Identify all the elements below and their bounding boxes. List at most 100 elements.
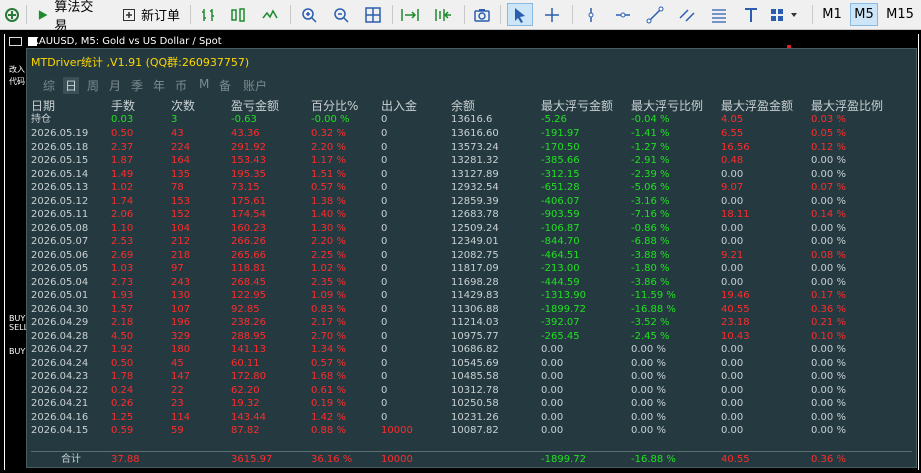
timeframe-m15[interactable]: M15 <box>882 3 918 26</box>
tab-note[interactable]: 备 <box>219 77 231 94</box>
trendline-icon[interactable] <box>643 3 667 26</box>
table-row-col-max-float-profit-pct: 0.08 % <box>811 249 846 261</box>
table-row-col-pct: 1.17 % <box>311 155 346 166</box>
table-row-col-pct: 1.42 % <box>311 411 346 423</box>
cursor-icon[interactable] <box>507 3 533 26</box>
table-row-col-max-float-profit: 0.00 <box>721 425 744 436</box>
main-toolbar: 算法交易 新订单 M1 M5 M15 <box>0 0 921 34</box>
total-col-lots: 37.88 <box>111 454 140 465</box>
table-row-col-date: 2026.05.14 <box>31 168 89 180</box>
column-header[interactable]: 最大浮盈金额 <box>721 97 793 114</box>
table-row-col-pnl: 43.36 <box>231 128 260 139</box>
tab-day[interactable]: 日 <box>63 77 80 94</box>
shapes-dropdown-icon[interactable] <box>766 3 804 26</box>
table-row-col-date: 2026.04.29 <box>31 317 89 328</box>
table-row-col-inout: 0 <box>381 236 388 247</box>
table-row-col-max-float-loss-pct: -0.86 % <box>631 222 670 234</box>
table-row-col-inout: 0 <box>381 411 388 423</box>
candlestick-icon[interactable] <box>226 3 250 26</box>
new-order-button[interactable]: 新订单 <box>116 3 186 26</box>
line-chart-icon[interactable] <box>258 3 282 26</box>
table-row-col-balance: 11817.09 <box>451 263 499 274</box>
table-row-col-max-float-profit: 0.00 <box>721 276 744 288</box>
table-row-col-inout: 0 <box>381 371 388 382</box>
table-row-col-max-float-loss-pct: -3.52 % <box>631 317 670 328</box>
table-row-col-max-float-loss: -1899.72 <box>541 303 586 315</box>
algo-trading-button[interactable]: 算法交易 <box>30 0 110 34</box>
table-row-col-max-float-profit: 0.00 <box>721 236 744 247</box>
table-row-col-date: 2026.04.15 <box>31 425 89 436</box>
table-row-col-inout: 0 <box>381 276 388 288</box>
table-row-col-pnl: 143.44 <box>231 411 266 423</box>
column-header[interactable]: 出入金 <box>381 97 417 114</box>
table-row-col-date: 2026.05.13 <box>31 182 89 193</box>
column-header[interactable]: 手数 <box>111 97 135 114</box>
table-row-col-max-float-loss: 0.00 <box>541 411 564 423</box>
tile-windows-icon[interactable] <box>362 3 384 26</box>
screenshot-icon[interactable] <box>470 3 494 26</box>
tab-quarter[interactable]: 季 <box>131 77 143 94</box>
tab-summary[interactable]: 综 <box>43 77 55 94</box>
add-chart-icon[interactable] <box>2 3 22 26</box>
tab-year[interactable]: 年 <box>153 77 165 94</box>
table-row-col-max-float-loss: 0.00 <box>541 398 564 409</box>
table-row-col-pnl: 122.95 <box>231 290 266 301</box>
column-header[interactable]: 百分比% <box>311 97 358 114</box>
table-row-col-max-float-profit-pct: 0.00 % <box>811 398 846 409</box>
fibonacci-icon[interactable] <box>707 3 731 26</box>
tab-currency[interactable]: 币 <box>175 77 187 94</box>
text-tool-icon[interactable] <box>740 3 762 26</box>
table-row-col-max-float-loss-pct: -2.39 % <box>631 168 670 180</box>
table-row-col-max-float-profit: 0.48 <box>721 155 744 166</box>
holding-col-inout: 0 <box>381 114 388 125</box>
table-row-col-pnl: 87.82 <box>231 425 260 436</box>
column-header[interactable]: 最大浮盈比例 <box>811 97 883 114</box>
timeframe-m1[interactable]: M1 <box>818 3 846 26</box>
table-row-col-max-float-profit: 0.00 <box>721 195 744 207</box>
table-row-col-date: 2026.05.01 <box>31 290 89 301</box>
table-row-col-balance: 10312.78 <box>451 384 499 396</box>
table-row-col-pct: 2.25 % <box>311 249 346 261</box>
timeframe-m5[interactable]: M5 <box>850 3 878 26</box>
channel-icon[interactable] <box>675 3 699 26</box>
tab-week[interactable]: 周 <box>87 77 99 94</box>
horizontal-line-icon[interactable] <box>611 3 635 26</box>
table-row-col-inout: 0 <box>381 222 388 234</box>
column-header[interactable]: 最大浮亏比例 <box>631 97 703 114</box>
column-header[interactable]: 最大浮亏金额 <box>541 97 613 114</box>
auto-scroll-icon[interactable] <box>398 3 422 26</box>
column-header[interactable]: 次数 <box>171 97 195 114</box>
bar-chart-icon[interactable] <box>197 3 219 26</box>
tab-month[interactable]: 月 <box>109 77 121 94</box>
table-row-col-max-float-loss-pct: -3.86 % <box>631 276 670 288</box>
table-row-col-max-float-profit-pct: 0.17 % <box>811 290 846 301</box>
total-col-pnl: 3615.97 <box>231 454 273 465</box>
table-row-col-count: 78 <box>171 182 184 193</box>
table-row-col-count: 114 <box>171 411 191 423</box>
column-header[interactable]: 盈亏金额 <box>231 97 279 114</box>
table-row-col-lots: 2.69 <box>111 249 134 261</box>
table-row-col-date: 2026.04.16 <box>31 411 89 423</box>
column-header[interactable]: 日期 <box>31 97 55 114</box>
zoom-in-icon[interactable] <box>298 3 320 26</box>
vertical-line-icon[interactable] <box>580 3 602 26</box>
table-row-col-count: 43 <box>171 128 184 139</box>
table-row-col-max-float-loss-pct: 0.00 % <box>631 398 666 409</box>
zoom-out-icon[interactable] <box>330 3 352 26</box>
table-row-col-count: 153 <box>171 195 191 207</box>
table-row-col-date: 2026.04.28 <box>31 330 89 342</box>
table-row-col-balance: 13127.89 <box>451 168 499 180</box>
table-row-col-pct: 1.68 % <box>311 371 346 382</box>
table-row-col-max-float-profit: 16.56 <box>721 141 750 153</box>
tab-magic[interactable]: M <box>199 77 209 91</box>
table-row-col-pnl: 266.26 <box>231 236 266 247</box>
crosshair-icon[interactable] <box>540 3 564 26</box>
column-header[interactable]: 余额 <box>451 97 475 114</box>
total-col-max-float-loss: -1899.72 <box>541 454 586 465</box>
chart-shift-icon[interactable] <box>430 3 456 26</box>
table-row-col-inout: 0 <box>381 182 388 193</box>
table-row-col-max-float-profit: 9.21 <box>721 249 744 261</box>
tab-account[interactable]: 账户 <box>243 77 267 94</box>
table-row-col-max-float-loss: -106.87 <box>541 222 580 234</box>
table-row-col-lots: 0.50 <box>111 128 134 139</box>
